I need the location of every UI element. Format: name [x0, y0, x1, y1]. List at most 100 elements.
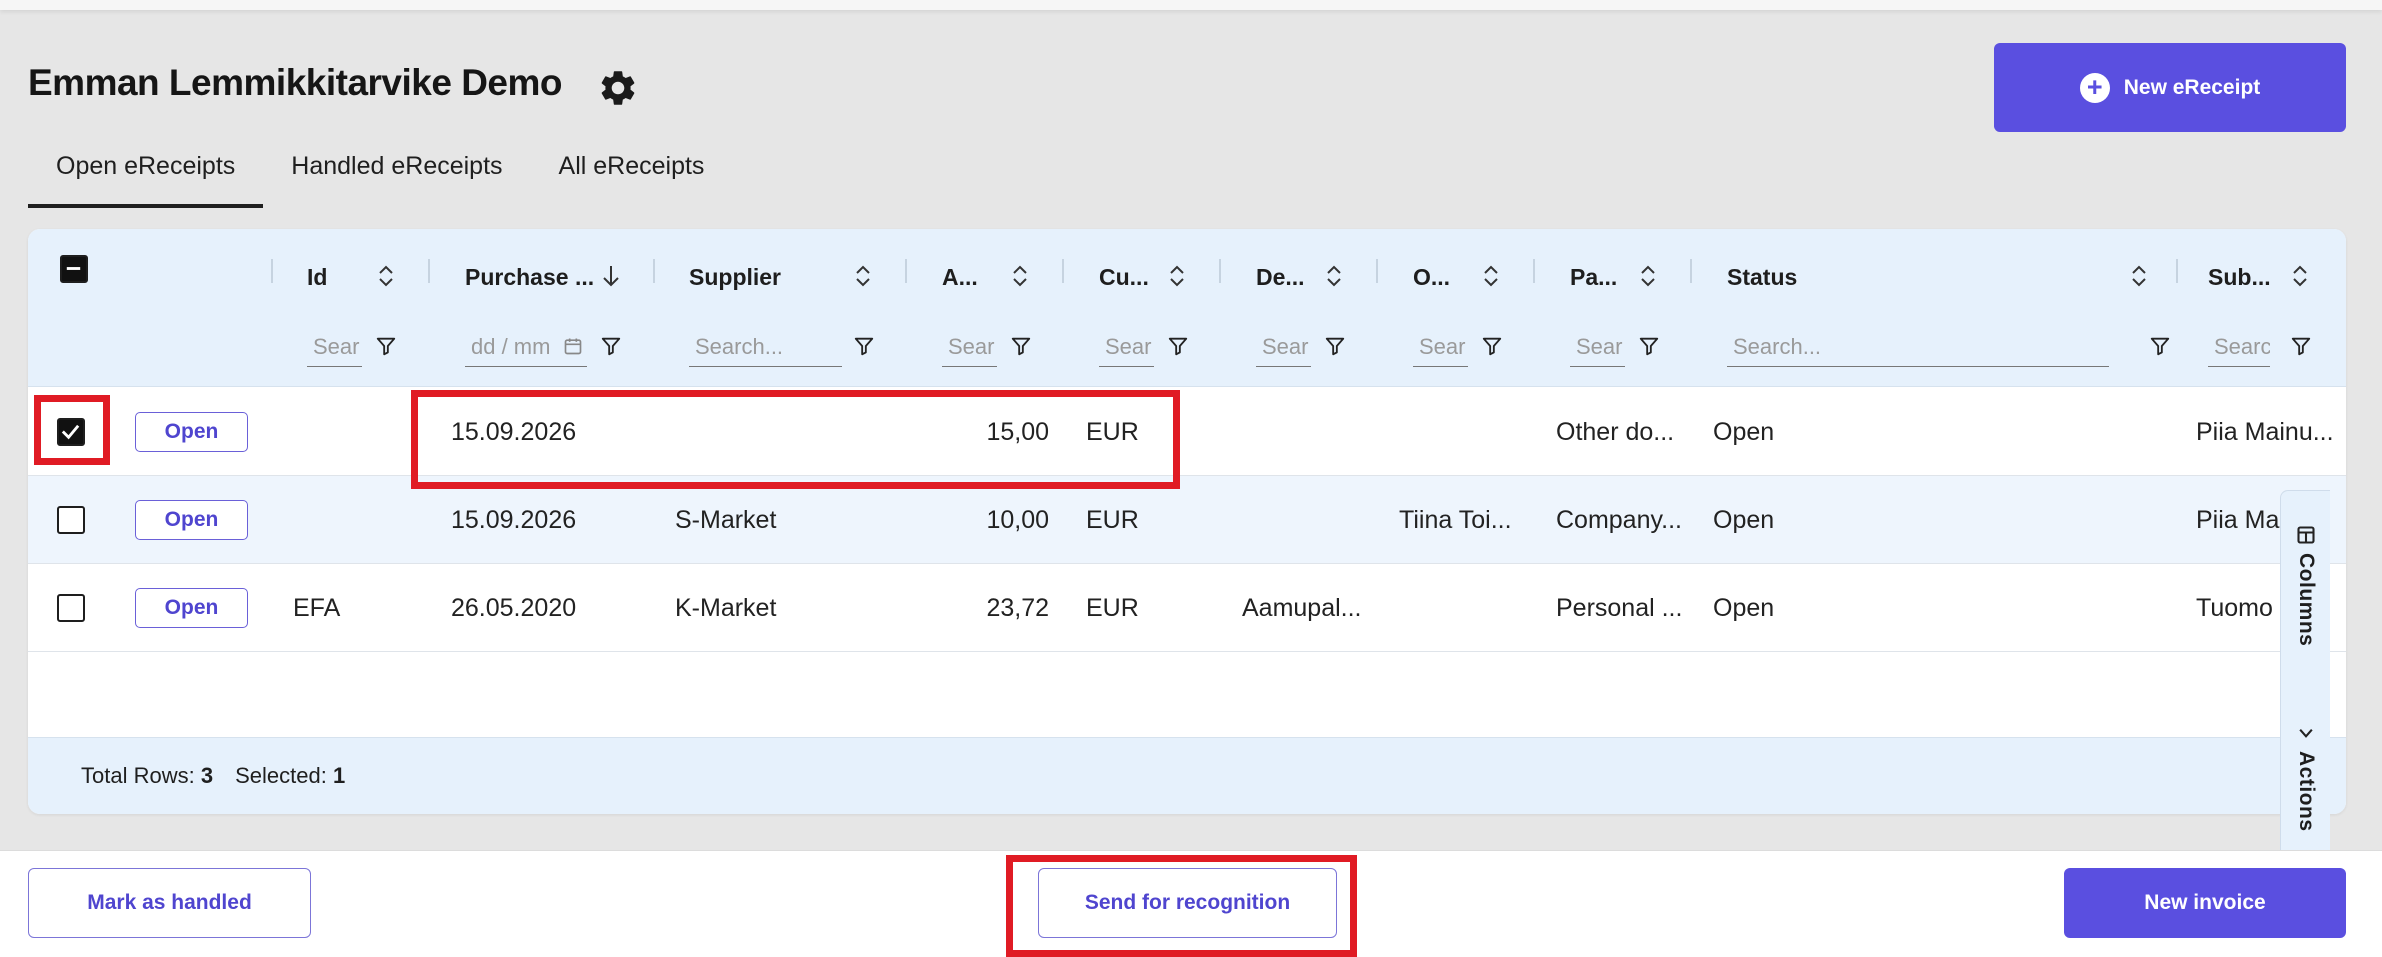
filter-input-supplier[interactable]: Search...: [689, 327, 842, 367]
filter-input-currency[interactable]: Sear: [1099, 327, 1154, 367]
cell-supplier: S-Market: [675, 505, 777, 534]
new-ereceipt-label: New eReceipt: [2123, 75, 2261, 99]
column-divider: [1376, 259, 1378, 283]
row-checkbox[interactable]: [57, 506, 85, 534]
select-all-checkbox[interactable]: [60, 255, 88, 283]
cell-id: [293, 476, 433, 564]
filter-icon[interactable]: [1167, 335, 1189, 357]
filter-icon[interactable]: [600, 335, 622, 357]
cell-status: Open: [1713, 593, 1775, 622]
sort-icon[interactable]: [376, 263, 396, 289]
top-shadow-bar: [0, 0, 2382, 10]
filter-input-payment[interactable]: Sear: [1570, 327, 1625, 367]
filter-icon[interactable]: [1638, 335, 1660, 357]
sort-icon[interactable]: [1167, 263, 1187, 289]
date-placeholder: dd / mm: [471, 333, 551, 359]
filter-input-description[interactable]: Sear: [1256, 327, 1311, 367]
cell-submitter: Piia Mainu...: [2196, 417, 2334, 446]
table-row[interactable]: Open EFA 26.05.2020 K-Market 23,72 EUR A…: [28, 564, 2346, 652]
cell-payment: Personal ...: [1556, 593, 1683, 622]
cell-description: [1242, 388, 1372, 476]
cell-status: Open: [1713, 417, 1775, 446]
filter-input-id[interactable]: Sear: [307, 327, 362, 367]
cell-purchase-date: 26.05.2020: [451, 593, 577, 622]
row-checkbox[interactable]: [57, 594, 85, 622]
new-ereceipt-button[interactable]: + New eReceipt: [1994, 43, 2346, 132]
plus-circle-icon: +: [2079, 72, 2110, 103]
table-header: Id Purchase ... Supplier A... Cu... De..…: [28, 229, 2346, 387]
column-divider: [1062, 259, 1064, 283]
column-header-currency[interactable]: Cu...: [1099, 257, 1149, 297]
column-header-submitter[interactable]: Sub...: [2208, 257, 2271, 297]
cell-description: [1242, 476, 1372, 564]
filter-input-status[interactable]: Search...: [1727, 327, 2109, 367]
column-divider: [2176, 259, 2178, 283]
table-footer: Total Rows: 3 Selected: 1: [28, 737, 2346, 814]
total-rows-label: Total Rows:: [81, 763, 195, 788]
open-button[interactable]: Open: [135, 412, 248, 452]
sort-icon[interactable]: [1010, 263, 1030, 289]
cell-owner: Tiina Toi...: [1399, 505, 1512, 534]
table-row[interactable]: Open 15.09.2026 S-Market 10,00 EUR Tiina…: [28, 476, 2346, 564]
cell-id: EFA: [293, 593, 341, 622]
filter-icon[interactable]: [2290, 335, 2312, 357]
sort-icon[interactable]: [2290, 263, 2310, 289]
cell-purchase-date: 15.09.2026: [451, 505, 577, 534]
open-button[interactable]: Open: [135, 588, 248, 628]
new-invoice-button[interactable]: New invoice: [2064, 868, 2346, 938]
tab-all-ereceipts[interactable]: All eReceipts: [531, 140, 733, 208]
column-header-purchase-date[interactable]: Purchase ...: [465, 257, 594, 297]
columns-panel-toggle[interactable]: Columns: [2281, 525, 2331, 646]
table-row[interactable]: Open 15.09.2026 15,00 EUR Other do... Op…: [28, 388, 2346, 476]
column-header-payment[interactable]: Pa...: [1570, 257, 1617, 297]
actions-panel-toggle[interactable]: Actions: [2281, 723, 2331, 832]
filter-input-owner[interactable]: Sear: [1413, 327, 1468, 367]
filter-icon[interactable]: [853, 335, 875, 357]
sort-icon[interactable]: [2129, 263, 2149, 289]
filter-icon[interactable]: [1481, 335, 1503, 357]
cell-amount: 23,72: [986, 593, 1049, 622]
filter-input-amount[interactable]: Sear: [942, 327, 997, 367]
columns-icon: [2297, 526, 2315, 544]
open-button[interactable]: Open: [135, 500, 248, 540]
sort-icon[interactable]: [853, 263, 873, 289]
filter-icon[interactable]: [1324, 335, 1346, 357]
selected-count: Selected: 1: [235, 763, 345, 789]
page-title: Emman Lemmikkitarvike Demo: [28, 62, 563, 103]
filter-icon[interactable]: [2149, 335, 2171, 357]
column-divider: [1690, 259, 1692, 283]
sort-icon[interactable]: [1481, 263, 1501, 289]
filter-input-purchase-date[interactable]: dd / mm: [465, 327, 587, 367]
cell-payment: Other do...: [1556, 417, 1675, 446]
tab-handled-ereceipts[interactable]: Handled eReceipts: [263, 140, 530, 208]
total-rows-value: 3: [200, 763, 214, 788]
filter-icon[interactable]: [1010, 335, 1032, 357]
filter-input-submitter[interactable]: Searc: [2208, 327, 2270, 367]
tab-open-ereceipts[interactable]: Open eReceipts: [28, 140, 264, 208]
filter-icon[interactable]: [375, 335, 397, 357]
column-header-id[interactable]: Id: [307, 257, 327, 297]
sort-icon[interactable]: [1638, 263, 1658, 289]
actions-label: Actions: [2295, 751, 2318, 832]
checkmark-icon: [61, 424, 80, 440]
column-header-supplier[interactable]: Supplier: [689, 257, 781, 297]
column-header-status[interactable]: Status: [1727, 257, 1797, 297]
calendar-icon[interactable]: [563, 336, 583, 356]
row-checkbox[interactable]: [57, 418, 85, 446]
sort-descending-icon[interactable]: [601, 263, 621, 289]
cell-description: Aamupal...: [1242, 593, 1362, 622]
cell-amount: 10,00: [986, 505, 1049, 534]
gear-icon[interactable]: [597, 67, 639, 109]
sort-icon[interactable]: [1324, 263, 1344, 289]
send-for-recognition-button[interactable]: Send for recognition: [1038, 868, 1337, 938]
column-header-owner[interactable]: O...: [1413, 257, 1450, 297]
cell-supplier: K-Market: [675, 593, 777, 622]
ereceipts-table: Id Purchase ... Supplier A... Cu... De..…: [28, 229, 2346, 814]
cell-currency: EUR: [1086, 593, 1139, 622]
column-divider: [1533, 259, 1535, 283]
column-header-amount[interactable]: A...: [942, 257, 978, 297]
column-header-description[interactable]: De...: [1256, 257, 1305, 297]
mark-as-handled-button[interactable]: Mark as handled: [28, 868, 311, 938]
cell-amount: 15,00: [986, 417, 1049, 446]
column-divider: [271, 259, 273, 283]
